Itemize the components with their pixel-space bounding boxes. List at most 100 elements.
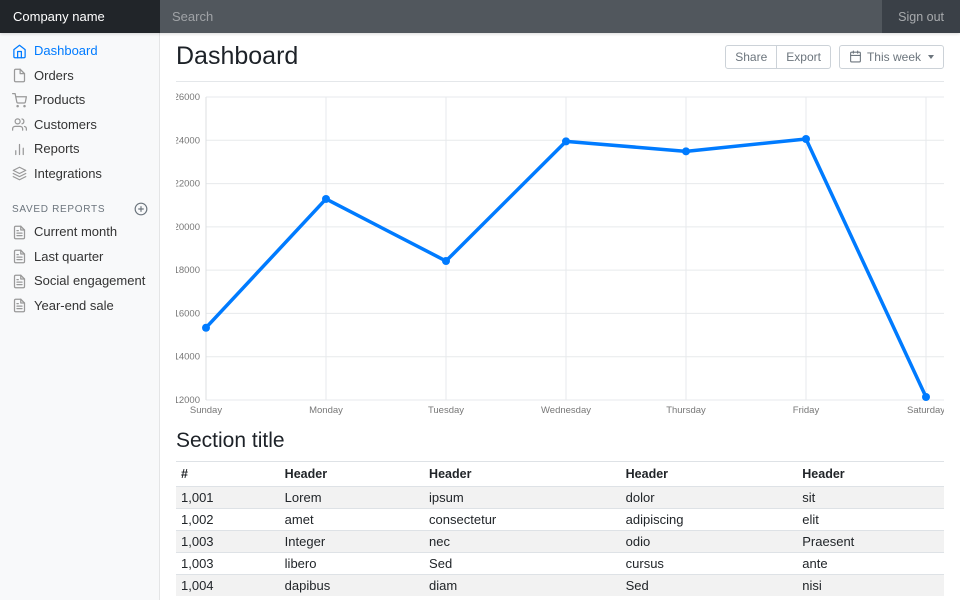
sidebar-item-label: Orders (34, 68, 74, 85)
x-tick-label: Monday (309, 405, 343, 415)
layers-icon (12, 166, 27, 181)
sidebar-item-label: Last quarter (34, 249, 103, 266)
table-row: 1,004dapibusdiamSednisi (176, 575, 944, 597)
sidebar-item-label: Products (34, 92, 85, 109)
table-cell: adipiscing (621, 509, 798, 531)
period-dropdown-button[interactable]: This week (839, 45, 944, 69)
sidebar-item-orders[interactable]: Orders (0, 64, 160, 89)
table-header-cell: Header (280, 462, 424, 487)
section-title: Section title (176, 429, 944, 453)
table-cell: Praesent (797, 531, 944, 553)
sidebar-item-dashboard[interactable]: Dashboard (0, 39, 160, 64)
line-chart: 1200014000160001800020000220002400026000… (176, 90, 944, 415)
table-row: 1,003liberoSedcursusante (176, 553, 944, 575)
table-header-cell: Header (424, 462, 621, 487)
sidebar-item-customers[interactable]: Customers (0, 113, 160, 138)
table-cell: libero (280, 553, 424, 575)
page-header: Dashboard Share Export This week (176, 39, 944, 82)
saved-reports-heading: Saved reports (12, 204, 105, 215)
table-header-cell: # (176, 462, 280, 487)
sidebar-item-last-quarter[interactable]: Last quarter (0, 245, 160, 270)
data-table: #HeaderHeaderHeaderHeader 1,001Loremipsu… (176, 461, 944, 596)
x-tick-label: Saturday (907, 405, 944, 415)
y-tick-label: 22000 (176, 179, 200, 190)
table-cell: 1,003 (176, 531, 280, 553)
period-label: This week (867, 49, 921, 65)
table-cell: sit (797, 487, 944, 509)
caret-down-icon (928, 55, 934, 59)
shopping-cart-icon (12, 93, 27, 108)
sidebar-item-label: Reports (34, 141, 80, 158)
sidebar: Dashboard Orders Products Customers Reports I… (0, 33, 160, 600)
file-text-icon (12, 249, 27, 264)
sidebar-item-label: Year-end sale (34, 298, 114, 315)
sidebar-item-label: Social engagement (34, 273, 145, 290)
table-cell: elit (797, 509, 944, 531)
table-cell: nec (424, 531, 621, 553)
file-icon (12, 68, 27, 83)
y-tick-label: 24000 (176, 136, 200, 147)
chart-data-point (922, 393, 930, 401)
sign-out-link[interactable]: Sign out (882, 0, 960, 33)
line-chart-svg: 1200014000160001800020000220002400026000… (176, 90, 944, 415)
page-title: Dashboard (176, 41, 298, 72)
y-tick-label: 18000 (176, 265, 200, 276)
search-input[interactable] (160, 0, 882, 33)
sidebar-item-social-engagement[interactable]: Social engagement (0, 269, 160, 294)
table-cell: odio (621, 531, 798, 553)
y-tick-label: 16000 (176, 309, 200, 320)
table-cell: consectetur (424, 509, 621, 531)
saved-reports-header: Saved reports (0, 186, 160, 220)
x-tick-label: Tuesday (428, 405, 464, 415)
table-cell: ipsum (424, 487, 621, 509)
x-tick-label: Friday (793, 405, 820, 415)
table-header-cell: Header (621, 462, 798, 487)
table-cell: amet (280, 509, 424, 531)
x-tick-label: Wednesday (541, 405, 591, 415)
sidebar-item-reports[interactable]: Reports (0, 137, 160, 162)
main-content: Dashboard Share Export This week 1200014… (160, 33, 960, 600)
chart-data-point (442, 257, 450, 265)
x-tick-label: Sunday (190, 405, 222, 415)
y-tick-label: 26000 (176, 92, 200, 103)
top-navbar: Company name Sign out (0, 0, 960, 33)
file-text-icon (12, 298, 27, 313)
table-header-cell: Header (797, 462, 944, 487)
sidebar-item-label: Customers (34, 117, 97, 134)
chart-data-point (562, 138, 570, 146)
table-cell: Lorem (280, 487, 424, 509)
y-tick-label: 14000 (176, 352, 200, 363)
file-text-icon (12, 225, 27, 240)
file-text-icon (12, 274, 27, 289)
x-tick-label: Thursday (666, 405, 706, 415)
sidebar-item-integrations[interactable]: Integrations (0, 162, 160, 187)
sidebar-item-label: Dashboard (34, 43, 98, 60)
sidebar-item-current-month[interactable]: Current month (0, 220, 160, 245)
table-cell: ante (797, 553, 944, 575)
sidebar-nav: Dashboard Orders Products Customers Reports I… (0, 39, 160, 186)
brand-link[interactable]: Company name (0, 0, 160, 33)
chart-data-point (802, 135, 810, 143)
sidebar-item-year-end-sale[interactable]: Year-end sale (0, 294, 160, 319)
toolbar: Share Export This week (725, 45, 944, 69)
table-row: 1,001Loremipsumdolorsit (176, 487, 944, 509)
plus-circle-icon[interactable] (134, 202, 148, 216)
export-button[interactable]: Export (776, 45, 831, 69)
sidebar-item-products[interactable]: Products (0, 88, 160, 113)
chart-data-point (682, 148, 690, 156)
sidebar-item-label: Current month (34, 224, 117, 241)
chart-data-point (322, 195, 330, 203)
table-cell: Sed (424, 553, 621, 575)
share-button[interactable]: Share (725, 45, 777, 69)
sidebar-item-label: Integrations (34, 166, 102, 183)
saved-reports-nav: Current month Last quarter Social engageme… (0, 220, 160, 318)
table-cell: 1,004 (176, 575, 280, 597)
table-cell: Integer (280, 531, 424, 553)
table-cell: nisi (797, 575, 944, 597)
home-icon (12, 44, 27, 59)
table-header-row: #HeaderHeaderHeaderHeader (176, 462, 944, 487)
bar-chart-2-icon (12, 142, 27, 157)
table-cell: cursus (621, 553, 798, 575)
table-row: 1,003IntegernecodioPraesent (176, 531, 944, 553)
table-cell: diam (424, 575, 621, 597)
